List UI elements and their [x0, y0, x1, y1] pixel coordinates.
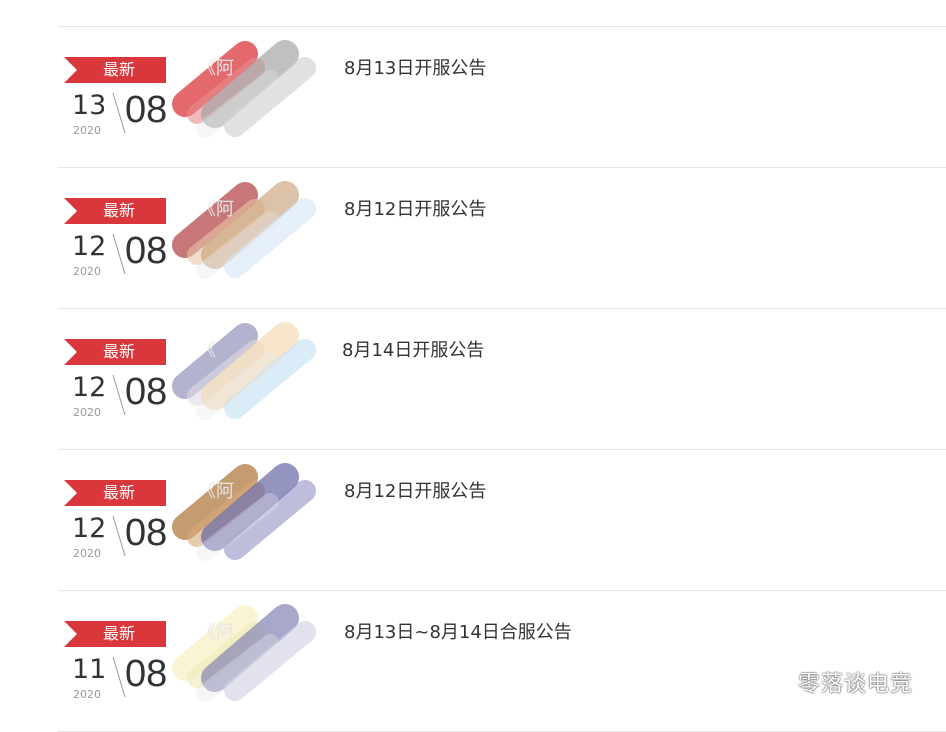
latest-badge-label: 最新 [102, 342, 135, 361]
date-month: 08 [125, 371, 168, 413]
latest-badge-label: 最新 [102, 60, 135, 79]
announcement-item[interactable]: 最新 12 2020 08 《 8月14日开服公告 [0, 308, 946, 449]
date-separator-slash [112, 515, 126, 557]
announcement-title-link[interactable]: 《阿 8月13日~8月14日合服公告 [198, 620, 572, 646]
announcement-item[interactable]: 最新 13 2020 08 《阿 8月13日开服公告 [0, 26, 946, 167]
announcement-title-link[interactable]: 《阿 8月12日开服公告 [198, 479, 486, 505]
date-month: 08 [125, 230, 168, 272]
title-obscured-part: 《阿 [198, 481, 234, 502]
date-separator-slash [112, 92, 126, 134]
announcement-title-link[interactable]: 《阿 8月12日开服公告 [198, 197, 486, 223]
date-year: 2020 [73, 406, 101, 419]
censor-smear [172, 604, 316, 702]
title-obscured-part: 《 [198, 340, 216, 361]
latest-badge-label: 最新 [102, 483, 135, 502]
latest-badge: 最新 [64, 57, 166, 83]
title-text: 8月13日开服公告 [344, 58, 487, 79]
date-month: 08 [125, 89, 168, 131]
title-text: 8月14日开服公告 [342, 340, 485, 361]
title-obscured-part: 《阿 [198, 58, 234, 79]
date-day: 12 [72, 513, 107, 544]
date-year: 2020 [73, 547, 101, 560]
date-month: 08 [125, 653, 168, 695]
title-obscured-part: 《阿 [198, 622, 234, 643]
title-text: 8月12日开服公告 [344, 199, 487, 220]
date-day: 13 [72, 90, 107, 121]
announcement-item[interactable]: 最新 12 2020 08 《阿 8月12日开服公告 [0, 449, 946, 590]
announcement-item[interactable]: 最新 12 2020 08 《阿 8月12日开服公告 [0, 167, 946, 308]
latest-badge-label: 最新 [102, 201, 135, 220]
date-separator-slash [112, 233, 126, 275]
announcement-list: 最新 13 2020 08 《阿 8月13日开服公告 最新 12 2020 08 《阿 8月12日开服… [0, 0, 946, 732]
title-text: 8月12日开服公告 [344, 481, 487, 502]
title-obscured-part: 《阿 [198, 199, 234, 220]
date-year: 2020 [73, 124, 101, 137]
announcement-title-link[interactable]: 《阿 8月13日开服公告 [198, 56, 486, 82]
date-month: 08 [125, 512, 168, 554]
censor-smear [172, 40, 316, 138]
watermark-text: 零落谈电竞 [798, 672, 914, 697]
latest-badge: 最新 [64, 198, 166, 224]
date-separator-slash [112, 656, 126, 698]
latest-badge: 最新 [64, 621, 166, 647]
censor-smear [172, 463, 316, 561]
latest-badge: 最新 [64, 339, 166, 365]
latest-badge-label: 最新 [102, 624, 135, 643]
announcement-title-link[interactable]: 《 8月14日开服公告 [198, 338, 484, 364]
censor-smear [172, 181, 316, 279]
date-day: 12 [72, 372, 107, 403]
date-separator-slash [112, 374, 126, 416]
censor-smear [172, 322, 316, 420]
date-year: 2020 [73, 265, 101, 278]
date-day: 12 [72, 231, 107, 262]
date-day: 11 [72, 654, 107, 685]
title-text: 8月13日~8月14日合服公告 [344, 622, 572, 643]
announcement-item[interactable]: 最新 11 2020 08 《阿 8月13日~8月14日合服公告 [0, 590, 946, 731]
date-year: 2020 [73, 688, 101, 701]
latest-badge: 最新 [64, 480, 166, 506]
